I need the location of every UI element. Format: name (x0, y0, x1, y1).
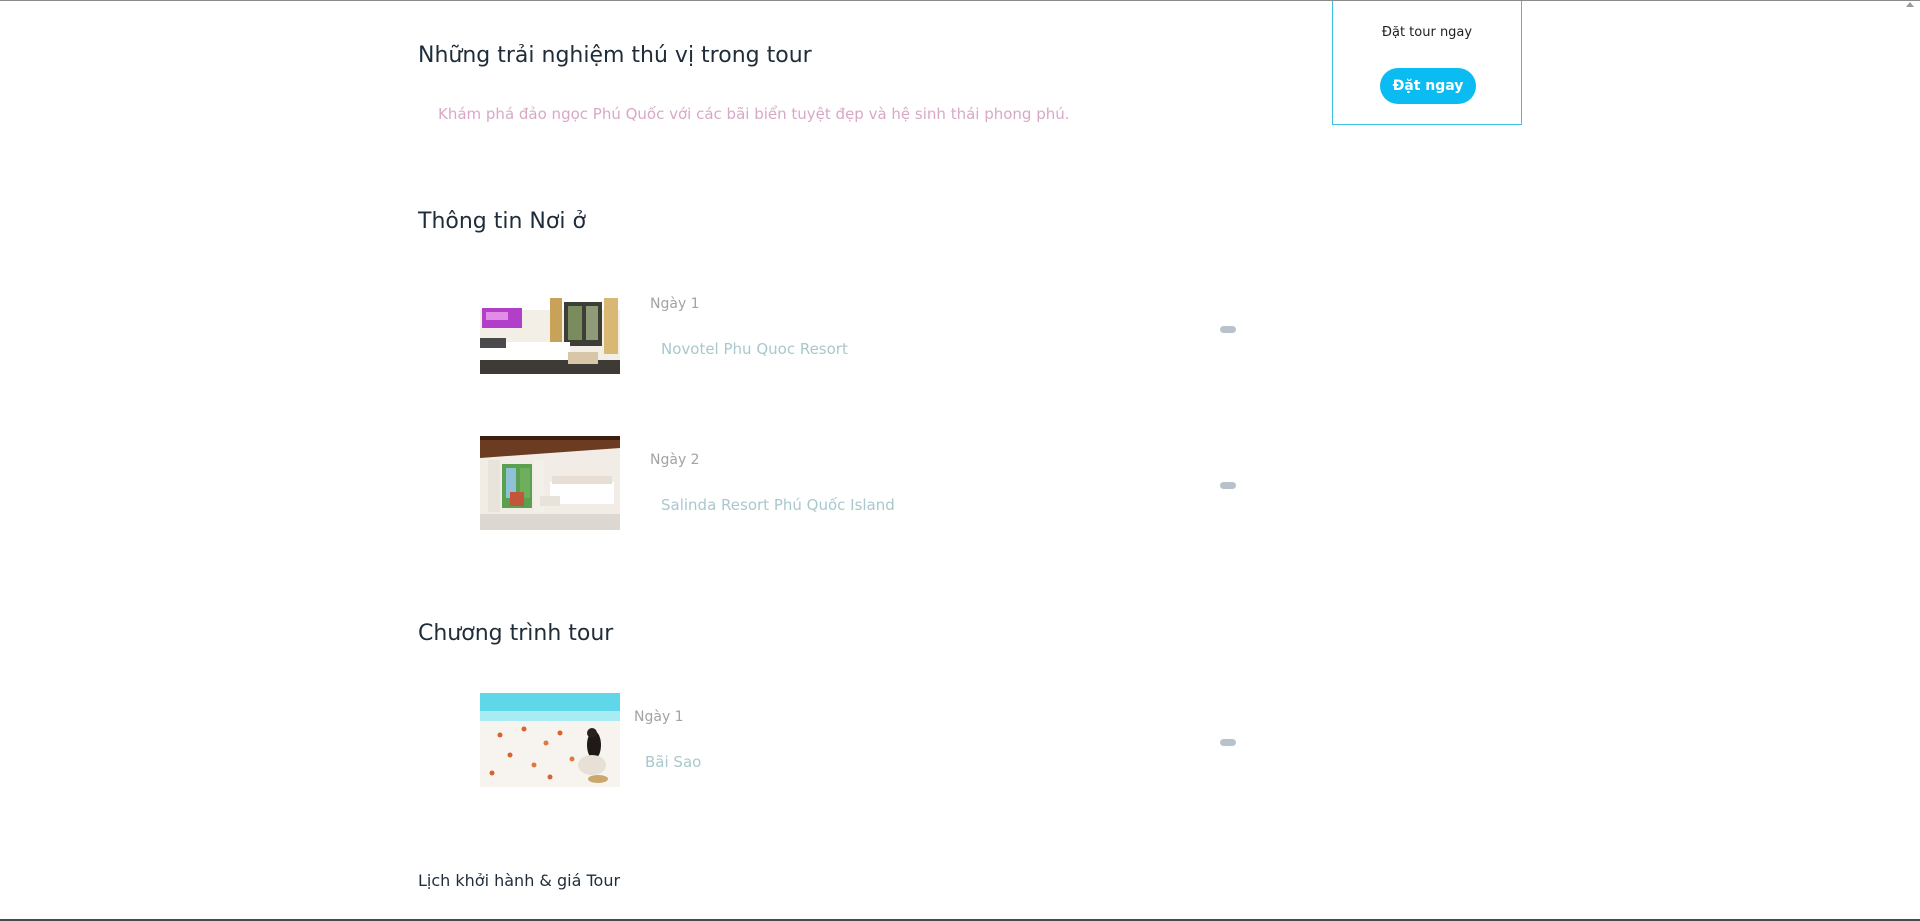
hotel-room-image (480, 280, 620, 374)
hotel-name: Salinda Resort Phú Quốc Island (661, 496, 895, 514)
experience-description: Khám phá đảo ngọc Phú Quốc với các bãi b… (438, 105, 1070, 123)
booking-title: Đặt tour ngay (1381, 25, 1473, 40)
destination-name: Bãi Sao (645, 753, 702, 771)
accommodation-day-label: Ngày 2 (650, 452, 700, 468)
program-heading: Chương trình tour (418, 621, 614, 646)
accommodation-item-day-1: Ngày 1 Novotel Phu Quoc Resort (480, 280, 1240, 374)
hotel-room-photo (480, 280, 620, 374)
accommodation-day-label: Ngày 1 (650, 296, 700, 312)
expand-toggle-button[interactable] (1220, 739, 1236, 746)
beach-image (480, 693, 620, 787)
schedule-heading: Lịch khởi hành & giá Tour (418, 871, 621, 890)
experience-heading: Những trải nghiệm thú vị trong tour (418, 43, 812, 68)
resort-room-photo (480, 436, 620, 530)
hotel-name: Novotel Phu Quoc Resort (661, 340, 848, 358)
booking-box: Đặt tour ngay Đặt ngay (1332, 1, 1522, 125)
tour-detail-page: Những trải nghiệm thú vị trong tour Khám… (0, 0, 1920, 921)
program-item-day-1: Ngày 1 Bãi Sao (480, 693, 1240, 787)
accommodation-item-day-2: Ngày 2 Salinda Resort Phú Quốc Island (480, 436, 1240, 530)
resort-room-image (480, 436, 620, 530)
program-day-label: Ngày 1 (634, 709, 684, 725)
book-now-button[interactable]: Đặt ngay (1380, 68, 1476, 104)
accommodation-heading: Thông tin Nơi ở (418, 209, 586, 234)
expand-toggle-button[interactable] (1220, 326, 1236, 333)
expand-toggle-button[interactable] (1220, 482, 1236, 489)
beach-photo (480, 693, 620, 787)
scroll-up-arrow-icon[interactable] (1906, 2, 1914, 7)
